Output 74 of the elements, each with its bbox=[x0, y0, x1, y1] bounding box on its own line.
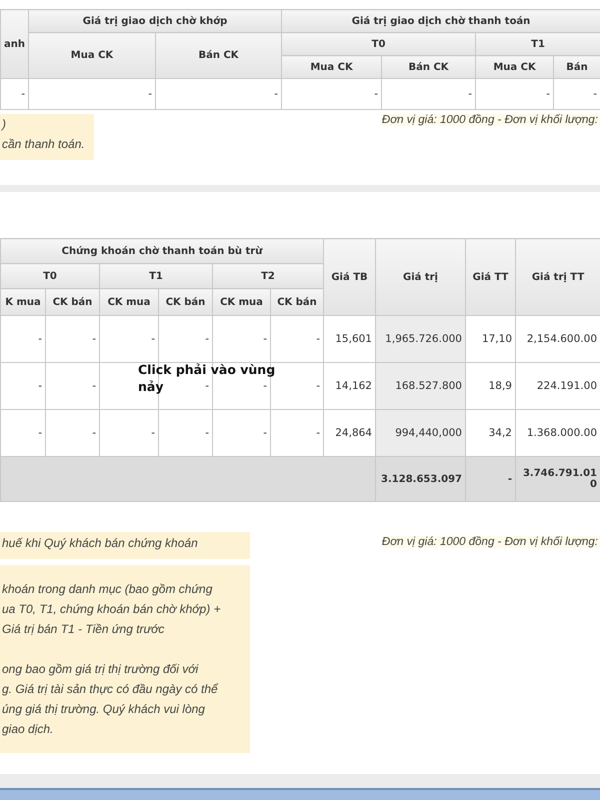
table-cell: 168.527.800 bbox=[376, 362, 466, 410]
column-group-header: T1 bbox=[476, 32, 600, 56]
table-cell: 34,2 bbox=[466, 410, 516, 456]
table-cell: - bbox=[100, 410, 158, 456]
table-cell: - bbox=[282, 78, 382, 110]
column-group-header: T2 bbox=[212, 264, 324, 288]
column-header: K mua bbox=[0, 288, 46, 316]
table-cell: 2,154.600.00 bbox=[516, 316, 600, 362]
table-cell: 17,10 bbox=[466, 316, 516, 362]
table-cell: - bbox=[100, 316, 158, 362]
total-cell: - bbox=[466, 456, 516, 502]
note-text: ) bbox=[0, 116, 7, 133]
table-cell: - bbox=[158, 316, 212, 362]
column-header: Giá trị bbox=[376, 238, 466, 316]
column-header: Bán CK bbox=[156, 32, 282, 78]
column-header: Bán bbox=[554, 56, 600, 78]
table-cell: - bbox=[476, 78, 554, 110]
table-cell: - bbox=[156, 78, 282, 110]
column-header: Mua CK bbox=[476, 56, 554, 78]
column-header: CK bán bbox=[158, 288, 212, 316]
table-cell: - bbox=[382, 78, 476, 110]
column-group-header: Giá trị giao dịch chờ khớp bbox=[28, 10, 282, 32]
unit-text: Đơn vị giá: 1000 đồng - Đơn vị khối lượng: bbox=[382, 536, 600, 548]
note-text: Giá trị bán T1 - Tiền ứng trước bbox=[1, 621, 166, 638]
note-text: ong bao gồm giá trị thị trường đối với bbox=[1, 661, 200, 678]
column-header: Mua CK bbox=[28, 32, 156, 78]
column-header: CK mua bbox=[212, 288, 270, 316]
note-text: khoán trong danh mục (bao gồm chứng bbox=[1, 581, 214, 598]
table-cell: - bbox=[46, 316, 100, 362]
note-text: ua T0, T1, chứng khoán bán chờ khớp) + bbox=[1, 601, 222, 618]
annotation-text: nảy bbox=[138, 378, 164, 395]
table-cell: - bbox=[46, 410, 100, 456]
note-text: úng giá thị trường. Quý khách vui lòng bbox=[1, 701, 206, 718]
table-cell: - bbox=[0, 316, 46, 362]
column-header: CK bán bbox=[46, 288, 100, 316]
column-header: Giá TT bbox=[466, 238, 516, 316]
column-header: Giá TB bbox=[324, 238, 376, 316]
column-group-header: Giá trị giao dịch chờ thanh toán bbox=[282, 10, 600, 32]
table-cell: - bbox=[270, 410, 324, 456]
note-text: huế khi Quý khách bán chứng khoán bbox=[1, 535, 199, 552]
column-header: CK bán bbox=[270, 288, 324, 316]
note-text: cần thanh toán. bbox=[1, 136, 86, 153]
table-cell: - bbox=[158, 410, 212, 456]
table-cell: 14,162 bbox=[324, 362, 376, 410]
note-text: g. Giá trị tài sản thực có đầu ngày có thể bbox=[1, 681, 220, 698]
column-header: Mua CK bbox=[282, 56, 382, 78]
column-header: Bán CK bbox=[382, 56, 476, 78]
table-cell: - bbox=[212, 316, 270, 362]
total-cell: 3.746.791.010 bbox=[516, 456, 600, 502]
unit-text: Đơn vị giá: 1000 đồng - Đơn vị khối lượng: bbox=[382, 114, 600, 126]
column-header: anh bbox=[0, 10, 28, 78]
total-cell: 3.128.653.097 bbox=[376, 456, 466, 502]
column-group-header: T0 bbox=[0, 264, 100, 288]
column-group-header: T0 bbox=[282, 32, 476, 56]
table-cell: - bbox=[554, 78, 600, 110]
note-text: giao dịch. bbox=[1, 721, 54, 738]
column-header: CK mua bbox=[100, 288, 158, 316]
table-cell: - bbox=[0, 78, 28, 110]
table-cell: 224.191.00 bbox=[516, 362, 600, 410]
table-cell: - bbox=[270, 316, 324, 362]
table-cell: 1.368.000.00 bbox=[516, 410, 600, 456]
table-cell: - bbox=[28, 78, 156, 110]
table-cell: - bbox=[46, 362, 100, 410]
table-cell: - bbox=[0, 362, 46, 410]
table-cell: 24,864 bbox=[324, 410, 376, 456]
table-cell: 1,965.726.000 bbox=[376, 316, 466, 362]
table-cell: 15,601 bbox=[324, 316, 376, 362]
column-header: Giá trị TT bbox=[516, 238, 600, 316]
column-group-header: T1 bbox=[100, 264, 212, 288]
column-group-header: Chứng khoán chờ thanh toán bù trừ bbox=[0, 238, 324, 264]
table-cell: - bbox=[0, 410, 46, 456]
table-cell: 18,9 bbox=[466, 362, 516, 410]
table-cell: 994,440,000 bbox=[376, 410, 466, 456]
table-cell: - bbox=[212, 410, 270, 456]
